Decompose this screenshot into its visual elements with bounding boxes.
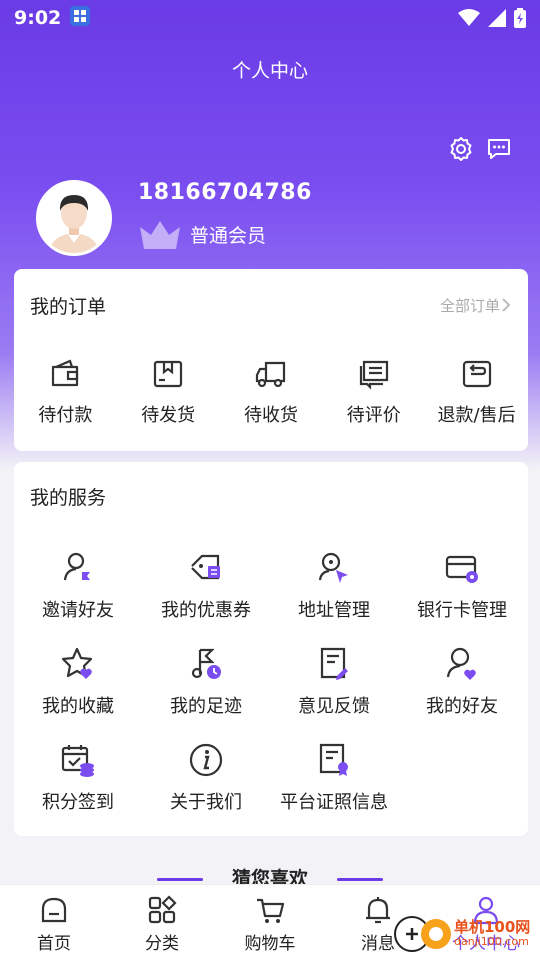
order-pending-review[interactable]: 待评价	[323, 341, 425, 427]
coupon-icon	[191, 554, 220, 580]
service-label: 平台证照信息	[280, 792, 388, 813]
info-icon	[189, 743, 223, 777]
divider-left	[157, 878, 204, 881]
service-favorites[interactable]: 我的收藏	[14, 638, 142, 734]
all-orders-label: 全部订单	[439, 296, 500, 315]
order-refund-aftersale[interactable]: 退款/售后	[426, 341, 528, 427]
signal-icon	[488, 9, 506, 27]
page-title: 个人中心	[231, 60, 308, 82]
service-label: 我的优惠券	[161, 600, 251, 621]
status-time: 9:02	[14, 7, 62, 29]
service-label: 银行卡管理	[417, 600, 507, 621]
service-label: 积分签到	[42, 792, 114, 813]
watermark-line2: danji100.com	[454, 935, 529, 948]
tab-category[interactable]: 分类	[108, 885, 216, 960]
package-icon	[154, 360, 183, 388]
service-invite-friends[interactable]: 邀请好友	[14, 542, 142, 638]
home-icon	[41, 897, 67, 923]
profile-section: 18166704786 普通会员	[36, 180, 312, 256]
service-my-friends[interactable]: 我的好友	[398, 638, 526, 734]
orders-title: 我的订单	[30, 295, 107, 318]
watermark-logo-icon	[394, 916, 451, 952]
battery-icon	[514, 8, 526, 28]
service-bank-cards[interactable]: 银行卡管理	[398, 542, 526, 638]
service-footprints[interactable]: 我的足迹	[142, 638, 270, 734]
crown-icon	[140, 221, 180, 249]
wallet-icon	[52, 359, 79, 387]
service-label: 地址管理	[298, 600, 370, 621]
refund-icon	[462, 360, 491, 388]
feedback-icon	[320, 647, 348, 680]
service-label: 我的收藏	[42, 696, 114, 717]
order-pending-shipment[interactable]: 待发货	[117, 341, 219, 427]
tab-cart[interactable]: 购物车	[216, 885, 324, 960]
orders-card: 我的订单 全部订单 待付款 待发货 待收货 待评价 退款/售后	[14, 269, 528, 451]
license-icon	[319, 743, 348, 776]
service-address[interactable]: 地址管理	[270, 542, 398, 638]
truck-icon	[255, 361, 286, 388]
order-item-label: 待付款	[38, 405, 93, 426]
services-title: 我的服务	[30, 486, 107, 509]
user-phone: 18166704786	[138, 180, 312, 205]
settings-gear-icon[interactable]	[448, 136, 474, 162]
bell-icon	[366, 897, 390, 924]
service-label: 意见反馈	[298, 696, 370, 717]
avatar[interactable]	[36, 180, 112, 256]
services-card: 我的服务 邀请好友 我的优惠券 地址管理 银行卡管理 我的收藏 我的足迹 意见反…	[14, 462, 528, 836]
tab-label: 消息	[361, 934, 395, 954]
points-checkin-icon	[61, 745, 94, 777]
all-orders-link[interactable]: 全部订单	[440, 295, 512, 316]
friends-icon	[446, 647, 476, 680]
comment-icon	[359, 360, 388, 390]
tab-label: 分类	[145, 934, 179, 954]
chevron-right-icon	[502, 298, 511, 312]
member-level: 普通会员	[138, 217, 312, 251]
category-icon	[148, 895, 177, 924]
member-level-label: 普通会员	[190, 224, 267, 247]
service-label: 关于我们	[170, 792, 242, 813]
order-pending-receipt[interactable]: 待收货	[220, 341, 322, 427]
footprint-icon	[191, 648, 221, 679]
cart-icon	[257, 898, 285, 923]
service-points-checkin[interactable]: 积分签到	[14, 734, 142, 830]
order-item-label: 待发货	[141, 405, 196, 426]
service-about-us[interactable]: 关于我们	[142, 734, 270, 830]
divider-right	[336, 878, 383, 881]
tab-label: 购物车	[244, 934, 296, 954]
order-item-label: 待评价	[346, 405, 401, 426]
service-label: 我的足迹	[170, 696, 242, 717]
wifi-icon	[458, 9, 480, 26]
app-notification-icon	[69, 5, 91, 32]
order-pending-payment[interactable]: 待付款	[14, 341, 116, 427]
favorite-icon	[61, 647, 93, 679]
invite-friend-icon	[63, 552, 90, 581]
tab-home[interactable]: 首页	[0, 885, 108, 960]
service-platform-license[interactable]: 平台证照信息	[270, 734, 398, 830]
status-bar: 9:02	[0, 0, 540, 36]
tab-label: 首页	[37, 934, 71, 954]
bank-card-icon	[445, 555, 478, 583]
address-icon	[318, 552, 348, 583]
order-item-label: 待收货	[243, 405, 298, 426]
service-label: 邀请好友	[42, 600, 114, 621]
service-label: 我的好友	[426, 696, 498, 717]
order-item-label: 退款/售后	[437, 405, 516, 426]
service-feedback[interactable]: 意见反馈	[270, 638, 398, 734]
service-coupons[interactable]: 我的优惠券	[142, 542, 270, 638]
watermark-line1: 单机100网	[454, 918, 531, 936]
message-icon[interactable]	[486, 136, 512, 162]
watermark: 单机100网 danji100.com	[392, 914, 530, 954]
